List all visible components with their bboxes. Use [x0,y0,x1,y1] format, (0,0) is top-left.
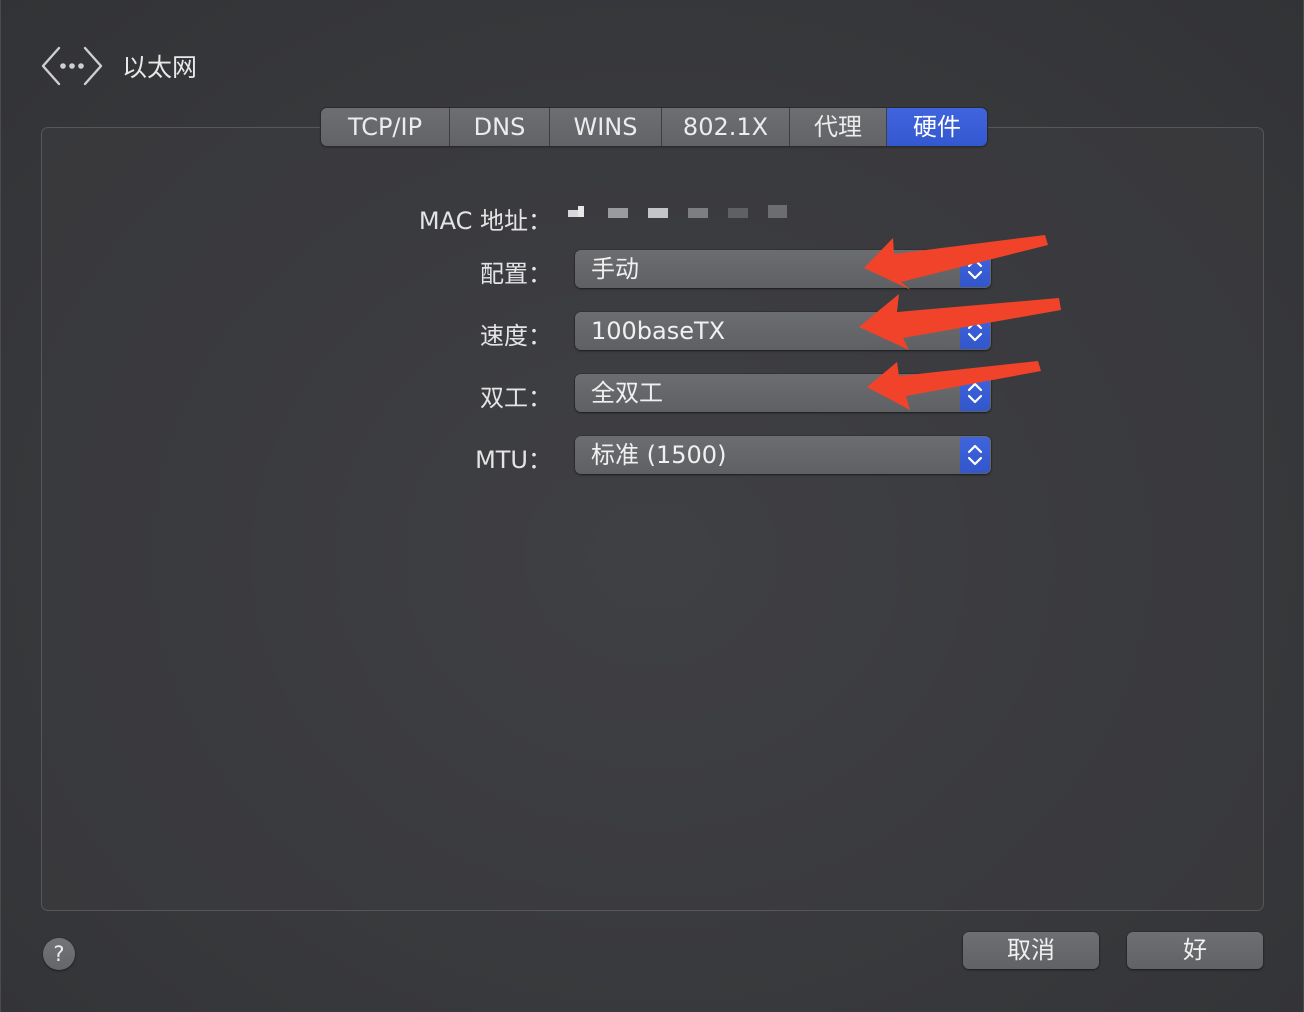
duplex-label: 双工： [480,384,552,412]
mtu-value: 标准 (1500) [591,441,727,469]
tab-wins[interactable]: WINS [550,108,662,146]
mac-address-label: MAC 地址： [418,207,552,235]
help-button[interactable]: ? [43,938,75,970]
cancel-button[interactable]: 取消 [963,932,1099,969]
speed-popup[interactable]: 100baseTX [575,312,991,350]
speed-label: 速度： [480,322,552,350]
tab-dns[interactable]: DNS [450,108,550,146]
duplex-value: 全双工 [591,379,663,407]
mtu-popup[interactable]: 标准 (1500) [575,436,991,474]
config-label: 配置： [480,260,552,288]
content-panel [41,127,1264,911]
window-title: 以太网 [122,53,198,82]
ok-button[interactable]: 好 [1127,932,1263,969]
tab-8021x[interactable]: 802.1X [662,108,790,146]
chevron-updown-icon [960,313,990,349]
mac-address-value-redacted [568,205,787,218]
speed-value: 100baseTX [591,317,726,345]
chevron-updown-icon [960,251,990,287]
chevron-updown-icon [960,437,990,473]
network-advanced-sheet: 以太网 TCP/IP DNS WINS 802.1X 代理 硬件 MAC 地址：… [0,0,1304,1012]
mtu-label: MTU： [475,446,552,474]
config-popup[interactable]: 手动 [575,250,991,288]
config-value: 手动 [591,255,639,283]
network-service-icon [41,46,103,86]
tab-tcpip[interactable]: TCP/IP [321,108,450,146]
tab-hardware[interactable]: 硬件 [887,108,987,146]
chevron-updown-icon [960,375,990,411]
tab-proxy[interactable]: 代理 [790,108,887,146]
duplex-popup[interactable]: 全双工 [575,374,991,412]
tab-bar: TCP/IP DNS WINS 802.1X 代理 硬件 [321,108,987,146]
